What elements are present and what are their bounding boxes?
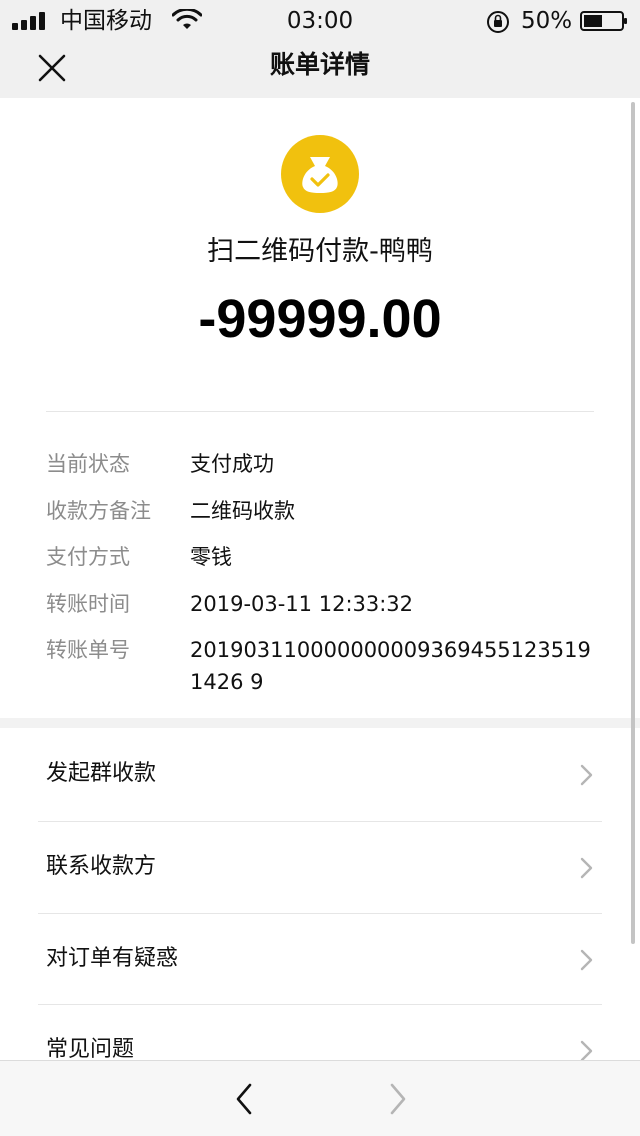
info-label: 支付方式 — [46, 545, 130, 569]
chevron-right-icon — [580, 949, 593, 971]
battery-icon — [580, 11, 627, 31]
bottom-toolbar — [0, 1060, 640, 1136]
money-bag-check-icon — [281, 135, 359, 213]
action-label: 联系收款方 — [46, 854, 157, 879]
chevron-right-icon — [580, 857, 593, 879]
action-order-question[interactable]: 对订单有疑惑 — [0, 913, 640, 1004]
info-label: 收款方备注 — [46, 499, 151, 523]
scrollbar[interactable] — [631, 102, 635, 944]
forward-button[interactable] — [380, 1079, 416, 1119]
close-button[interactable] — [32, 48, 72, 88]
action-label: 发起群收款 — [46, 761, 157, 786]
info-value: 零钱 — [190, 545, 232, 569]
info-label: 当前状态 — [46, 452, 130, 476]
divider — [46, 411, 594, 412]
chevron-right-icon — [580, 1040, 593, 1062]
nav-bar: 账单详情 — [0, 40, 640, 98]
rotation-lock-icon — [487, 11, 509, 33]
chevron-right-icon — [390, 1083, 406, 1115]
chevron-right-icon — [580, 764, 593, 786]
info-value: 2019031100000000093694551235191426 9 — [190, 638, 591, 694]
close-icon — [38, 54, 66, 82]
info-value: 二维码收款 — [190, 499, 295, 523]
page-title: 账单详情 — [269, 50, 370, 79]
action-contact-payee[interactable]: 联系收款方 — [0, 821, 640, 912]
action-group-collect[interactable]: 发起群收款 — [0, 728, 640, 819]
back-button[interactable] — [226, 1079, 262, 1119]
action-list: 发起群收款 联系收款方 对订单有疑惑 常见问题 — [0, 728, 640, 1068]
info-value: 2019-03-11 12:33:32 — [190, 592, 414, 616]
info-label: 转账时间 — [46, 592, 130, 616]
payment-amount: -99999.00 — [198, 289, 442, 349]
action-label: 对订单有疑惑 — [46, 946, 179, 971]
info-label: 转账单号 — [46, 638, 130, 662]
merchant-name: 扫二维码付款-鸭鸭 — [207, 236, 433, 267]
info-value: 支付成功 — [190, 452, 274, 476]
chevron-left-icon — [236, 1083, 252, 1115]
battery-percent: 50% — [521, 8, 573, 34]
bill-detail-card: 扫二维码付款-鸭鸭 -99999.00 当前状态 支付成功 收款方备注 二维码收… — [0, 98, 640, 718]
status-bar: 中国移动 03:00 50% — [0, 0, 640, 40]
